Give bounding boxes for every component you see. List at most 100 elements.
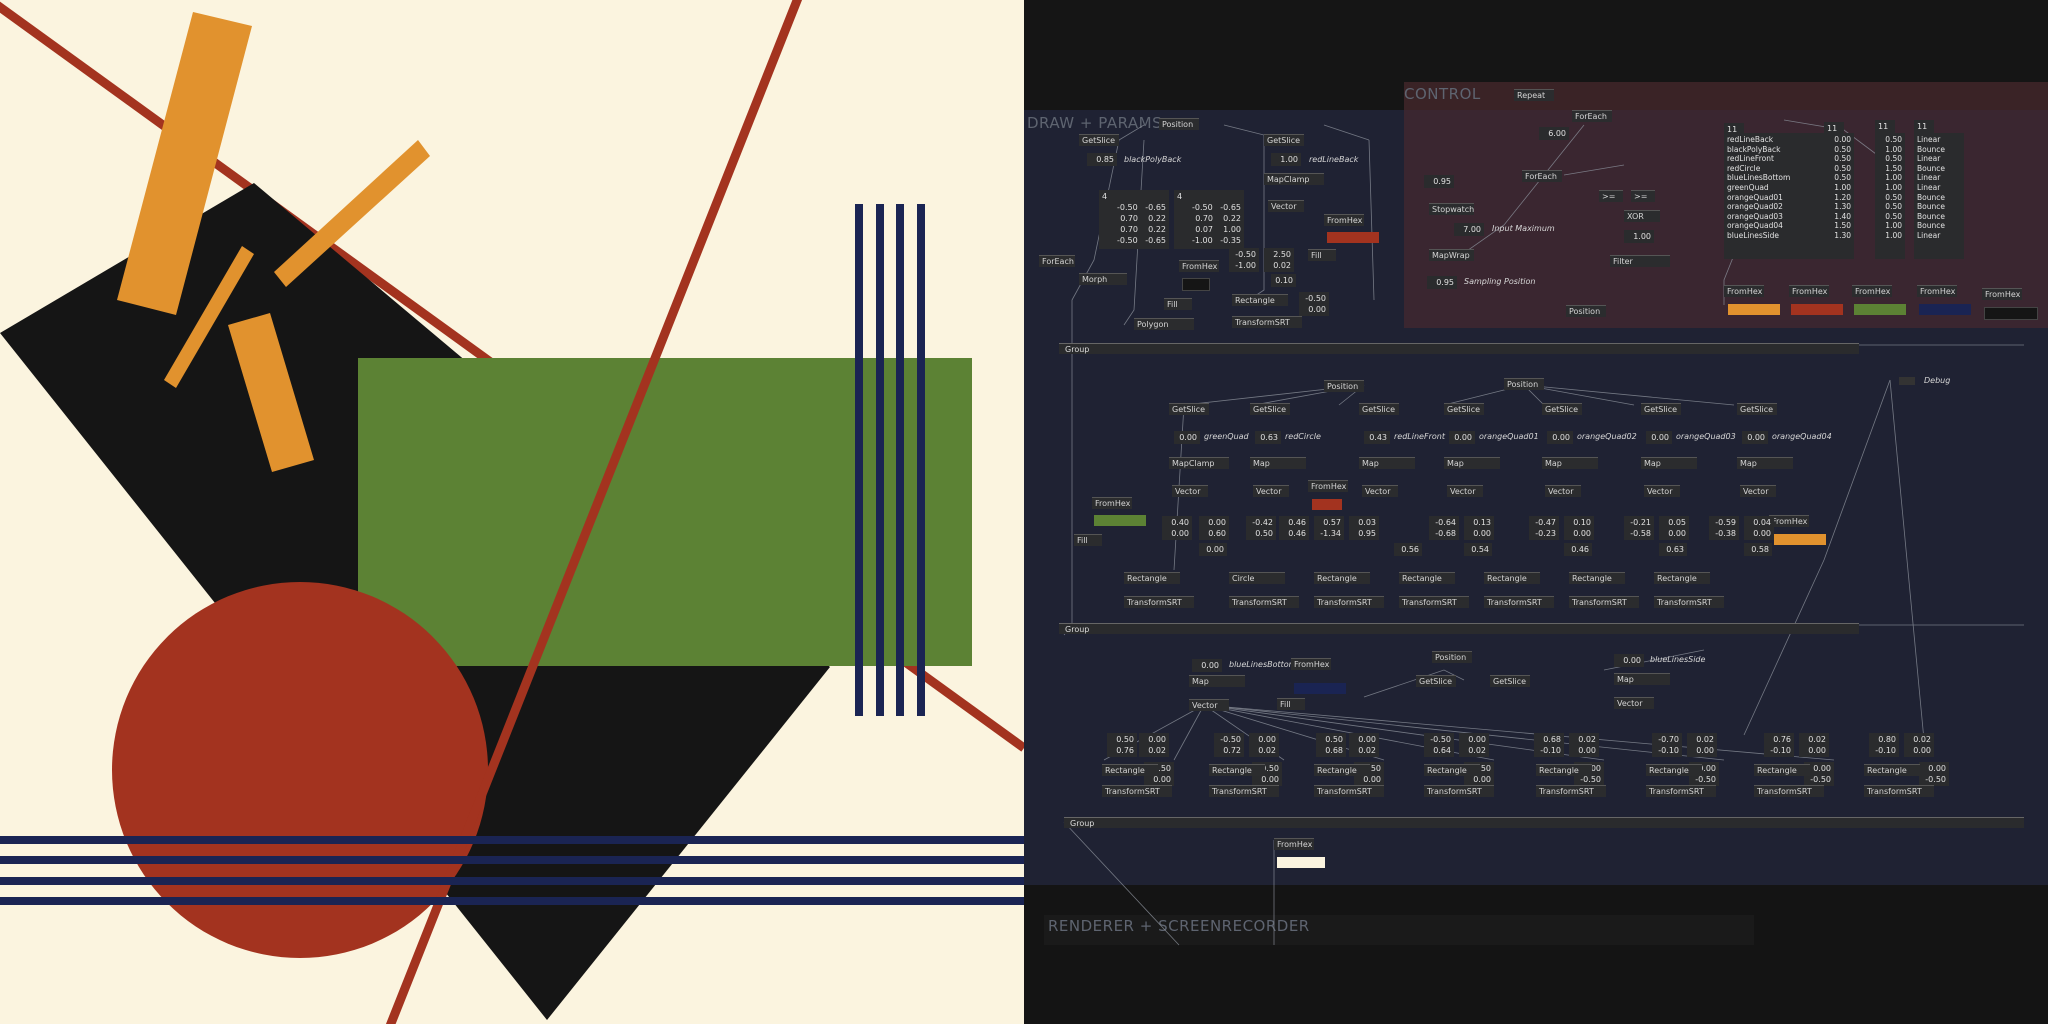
shape-node-mid[interactable]: Rectangle bbox=[1654, 572, 1710, 584]
vector-node-mid[interactable]: Vector bbox=[1644, 485, 1680, 497]
rectangle-node-bottom[interactable]: Rectangle bbox=[1314, 764, 1370, 776]
value-100-box[interactable]: 1.00 bbox=[1271, 153, 1301, 166]
list-item[interactable]: 1.00 bbox=[1878, 173, 1902, 183]
debug-toggle[interactable] bbox=[1899, 377, 1915, 385]
transformsrt-node-bottom[interactable]: TransformSRT bbox=[1536, 785, 1606, 797]
slice-value-box[interactable]: 0.63 bbox=[1255, 431, 1281, 444]
group-node-2[interactable]: Group bbox=[1059, 623, 1859, 634]
vector-value-pair[interactable]: 0.46 0.46 bbox=[1279, 516, 1309, 540]
transformsrt-node-mid[interactable]: TransformSRT bbox=[1314, 596, 1384, 608]
getslice-node-mid[interactable]: GetSlice bbox=[1641, 403, 1681, 415]
list-item[interactable]: orangeQuad04 bbox=[1727, 221, 1821, 231]
object-names-list[interactable]: redLineBack blackPolyBack redLineFront redC… bbox=[1724, 133, 1824, 259]
list-item[interactable]: 0.50 bbox=[1878, 154, 1902, 164]
vector-value-pair-bottom[interactable]: 0.02 0.00 bbox=[1904, 733, 1934, 757]
list-item[interactable]: 1.30 bbox=[1827, 202, 1851, 212]
list-item[interactable]: Bounce bbox=[1917, 145, 1961, 155]
list-item[interactable]: 0.50 bbox=[1878, 202, 1902, 212]
list-item[interactable]: greenQuad bbox=[1727, 183, 1821, 193]
vector-node-mid[interactable]: Vector bbox=[1172, 485, 1208, 497]
transformsrt-node-bottom[interactable]: TransformSRT bbox=[1754, 785, 1824, 797]
list-item[interactable]: Linear bbox=[1917, 173, 1961, 183]
list-item[interactable]: 1.50 bbox=[1827, 221, 1851, 231]
patch-editor[interactable]: CONTROL DRAW + PARAMS RENDERER + SCREENR… bbox=[1024, 0, 2048, 1024]
map-node-mid[interactable]: MapClamp bbox=[1169, 457, 1229, 469]
vector-node-top[interactable]: Vector bbox=[1268, 200, 1304, 212]
foreach-node-2[interactable]: ForEach bbox=[1522, 170, 1562, 182]
list-item[interactable]: redCircle bbox=[1727, 164, 1821, 174]
rectangle-node-bottom[interactable]: Rectangle bbox=[1536, 764, 1592, 776]
value-085-box[interactable]: 0.85 bbox=[1087, 153, 1117, 166]
list-item[interactable]: Bounce bbox=[1917, 221, 1961, 231]
list-item[interactable]: Linear bbox=[1917, 231, 1961, 241]
list-item[interactable]: blueLinesSide bbox=[1727, 231, 1821, 241]
vector-node-mid[interactable]: Vector bbox=[1447, 485, 1483, 497]
single-value-box[interactable]: 0.46 bbox=[1564, 543, 1592, 556]
rectangle-node-bottom[interactable]: Rectangle bbox=[1102, 764, 1158, 776]
value-095-box-a[interactable]: 0.95 bbox=[1424, 175, 1454, 188]
list-item[interactable]: Bounce bbox=[1917, 193, 1961, 203]
transformsrt-node-bottom[interactable]: TransformSRT bbox=[1864, 785, 1934, 797]
rectangle-node-bottom[interactable]: Rectangle bbox=[1209, 764, 1265, 776]
fromhex-node-2[interactable]: FromHex bbox=[1324, 214, 1364, 226]
position-node-mid-1[interactable]: Position bbox=[1324, 380, 1364, 392]
vector-value-pair-bottom[interactable]: 0.50 0.76 bbox=[1107, 733, 1137, 757]
shape-node-mid[interactable]: Rectangle bbox=[1484, 572, 1540, 584]
vector-node-mid[interactable]: Vector bbox=[1362, 485, 1398, 497]
shape-node-mid[interactable]: Rectangle bbox=[1399, 572, 1455, 584]
easing-list[interactable]: Linear Bounce Linear Bounce Linear Linear Boun… bbox=[1914, 133, 1964, 259]
vector-value-pair[interactable]: 0.13 0.00 bbox=[1464, 516, 1494, 540]
value-050-box[interactable]: -0.50 0.00 bbox=[1299, 292, 1329, 316]
shape-node-mid[interactable]: Rectangle bbox=[1314, 572, 1370, 584]
value-000-box-a[interactable]: 0.00 bbox=[1192, 659, 1222, 672]
slice-value-box[interactable]: 0.00 bbox=[1174, 431, 1200, 444]
vector-value-pair-bottom[interactable]: 0.02 0.00 bbox=[1687, 733, 1717, 757]
transformsrt-node-bottom[interactable]: TransformSRT bbox=[1209, 785, 1279, 797]
vector-value-pair[interactable]: 0.04 0.00 bbox=[1744, 516, 1774, 540]
single-value-box[interactable]: 0.00 bbox=[1199, 543, 1227, 556]
rectangle-node-bottom[interactable]: Rectangle bbox=[1646, 764, 1702, 776]
value-250-box[interactable]: 2.50 0.02 bbox=[1264, 248, 1294, 272]
list-item[interactable]: 1.50 bbox=[1878, 164, 1902, 174]
fill-node-mid[interactable]: Fill bbox=[1074, 534, 1102, 546]
list-item[interactable]: Linear bbox=[1917, 135, 1961, 145]
stopwatch-node[interactable]: Stopwatch bbox=[1429, 203, 1474, 215]
getslice-node-mid[interactable]: GetSlice bbox=[1250, 403, 1290, 415]
vector-value-pair-bottom[interactable]: -0.50 0.72 bbox=[1214, 733, 1244, 757]
slice-value-box[interactable]: 0.43 bbox=[1364, 431, 1390, 444]
vector-value-pair-bottom[interactable]: 0.80 -0.10 bbox=[1869, 733, 1899, 757]
xor-node[interactable]: XOR bbox=[1624, 210, 1660, 222]
slice-value-box[interactable]: 0.00 bbox=[1449, 431, 1475, 444]
map-node-mid[interactable]: Map bbox=[1444, 457, 1500, 469]
fromhex-red-node[interactable]: FromHex bbox=[1789, 285, 1829, 297]
value-7-box[interactable]: 7.00 bbox=[1454, 223, 1484, 236]
list-item[interactable]: 1.00 bbox=[1878, 221, 1902, 231]
polygon-a-values[interactable]: -0.50 -0.65 0.70 0.22 0.70 0.22 -0.50 -0… bbox=[1099, 201, 1169, 249]
list-item[interactable]: Bounce bbox=[1917, 212, 1961, 222]
value-000-box-b[interactable]: 0.00 bbox=[1614, 654, 1644, 667]
list-item[interactable]: Bounce bbox=[1917, 164, 1961, 174]
rectangle-node-bottom[interactable]: Rectangle bbox=[1424, 764, 1480, 776]
polygon-b-values[interactable]: -0.50 -0.65 0.70 0.22 0.07 1.00 -1.00 -0… bbox=[1174, 201, 1244, 249]
vector-value-pair-bottom[interactable]: 0.76 -0.10 bbox=[1764, 733, 1794, 757]
count-box-d[interactable]: 11 bbox=[1914, 120, 1934, 133]
transformsrt-node-bottom[interactable]: TransformSRT bbox=[1102, 785, 1172, 797]
single-value-box[interactable]: 0.63 bbox=[1659, 543, 1687, 556]
map-node-mid[interactable]: Map bbox=[1641, 457, 1697, 469]
value-6-box[interactable]: 6.00 bbox=[1539, 127, 1569, 140]
getslice-bottom-b[interactable]: GetSlice bbox=[1490, 675, 1530, 687]
vector-value-pair-bottom[interactable]: 0.02 0.00 bbox=[1569, 733, 1599, 757]
rectangle-node-bottom[interactable]: Rectangle bbox=[1754, 764, 1810, 776]
shape-node-mid[interactable]: Rectangle bbox=[1124, 572, 1180, 584]
fill-node-bottom[interactable]: Fill bbox=[1277, 698, 1305, 710]
transformsrt-node-bottom[interactable]: TransformSRT bbox=[1314, 785, 1384, 797]
list-item[interactable]: blackPolyBack bbox=[1727, 145, 1821, 155]
single-value-box[interactable]: 0.58 bbox=[1744, 543, 1772, 556]
single-value-box[interactable]: 0.56 bbox=[1394, 543, 1422, 556]
position-node-control[interactable]: Position bbox=[1566, 305, 1606, 317]
position-node-mid-2[interactable]: Position bbox=[1504, 378, 1544, 390]
list-item[interactable]: Linear bbox=[1917, 154, 1961, 164]
gte-node-1[interactable]: >= bbox=[1599, 190, 1623, 202]
fromhex-red-mid[interactable]: FromHex bbox=[1308, 480, 1348, 492]
list-item[interactable]: 0.50 bbox=[1827, 154, 1851, 164]
